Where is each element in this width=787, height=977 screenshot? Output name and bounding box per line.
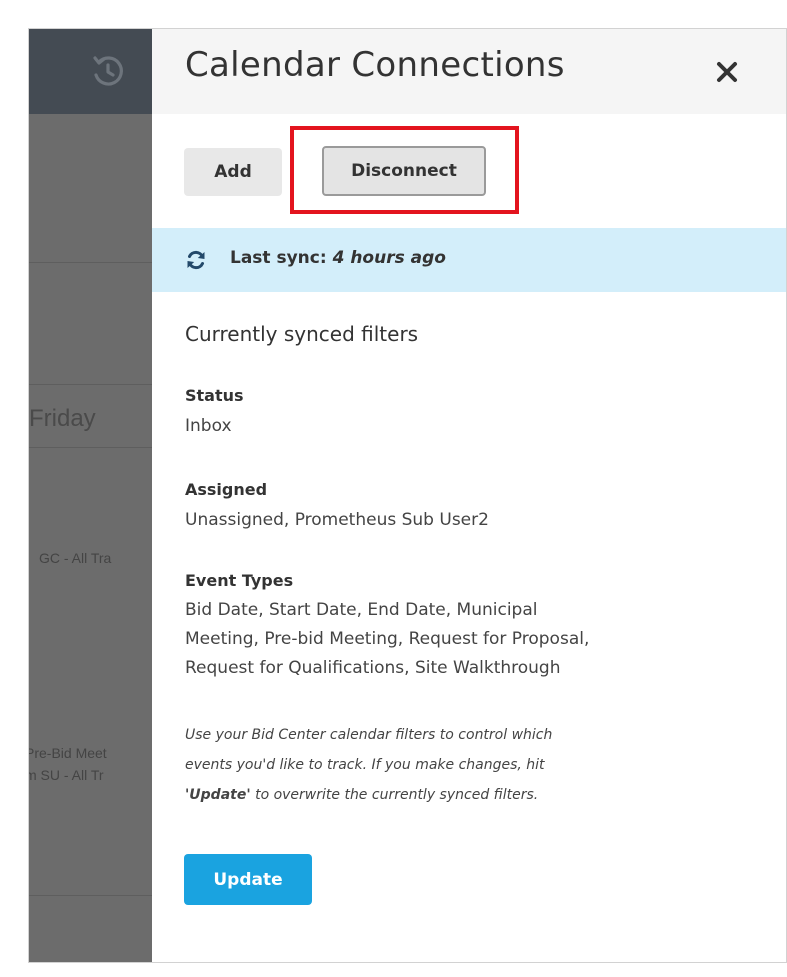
event-types-value: Bid Date, Start Date, End Date, Municipa… [185, 596, 775, 683]
sync-value: 4 hours ago [332, 248, 446, 268]
sync-label: Last sync: [230, 248, 327, 268]
app-frame: Friday GC - All Tra Pre-Bid Meet m SU - … [28, 28, 787, 963]
event-types-label: Event Types [185, 571, 294, 590]
panel-header: Calendar Connections [152, 29, 786, 114]
update-button[interactable]: Update [184, 854, 312, 905]
help-line: events you'd like to track. If you make … [185, 757, 545, 773]
event-types-line: Bid Date, Start Date, End Date, Municipa… [185, 600, 538, 620]
panel-title: Calendar Connections [185, 45, 565, 85]
calendar-event: m SU - All Tr [29, 767, 104, 783]
add-button[interactable]: Add [184, 148, 282, 196]
section-title: Currently synced filters [185, 322, 419, 346]
divider [29, 262, 152, 263]
history-icon[interactable] [87, 51, 127, 91]
refresh-icon [187, 250, 205, 270]
calendar-event: Pre-Bid Meet [29, 745, 107, 761]
sync-status-banner: Last sync: 4 hours ago [152, 228, 786, 292]
calendar-event: GC - All Tra [39, 550, 112, 566]
background-overlay[interactable]: Friday GC - All Tra Pre-Bid Meet m SU - … [29, 29, 152, 962]
help-line: 'Update' to overwrite the currently sync… [185, 780, 745, 810]
calendar-connections-panel: Calendar Connections Add Disconnect Last… [152, 29, 786, 962]
help-text: Use your Bid Center calendar filters to … [185, 720, 745, 810]
help-line: Use your Bid Center calendar filters to … [185, 727, 553, 743]
background-header [29, 29, 152, 114]
event-types-line: Meeting, Pre-bid Meeting, Request for Pr… [185, 629, 590, 649]
divider [29, 447, 152, 448]
divider [29, 895, 152, 896]
close-icon[interactable] [710, 55, 744, 89]
assigned-label: Assigned [185, 480, 268, 499]
sync-status-text: Last sync: 4 hours ago [230, 248, 446, 268]
assigned-value: Unassigned, Prometheus Sub User2 [185, 510, 489, 530]
calendar-day-label: Friday [29, 405, 96, 432]
status-label: Status [185, 386, 244, 405]
divider [29, 384, 152, 385]
help-line-rest: to overwrite the currently synced filter… [250, 787, 539, 803]
status-value: Inbox [185, 416, 232, 436]
update-keyword: 'Update' [185, 787, 251, 803]
disconnect-button[interactable]: Disconnect [322, 146, 486, 196]
event-types-line: Request for Qualifications, Site Walkthr… [185, 658, 561, 678]
